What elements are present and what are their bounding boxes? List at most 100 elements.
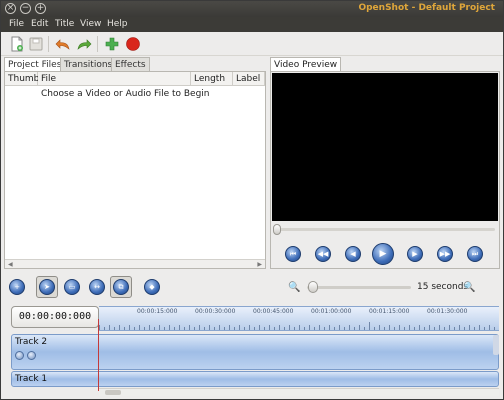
zoom-slider-track[interactable] [307, 286, 411, 289]
ruler-tick [374, 327, 375, 330]
scroll-right-icon[interactable]: ▶ [257, 261, 262, 268]
ruler-tick [129, 325, 130, 330]
ruler-tick [404, 327, 405, 330]
title-bar: × − + OpenShot - Default Project [1, 1, 503, 17]
scroll-left-icon[interactable]: ◀ [8, 261, 13, 268]
resize-tool-icon[interactable]: ↔ [89, 279, 105, 295]
timeline-scroll-thumb[interactable] [105, 390, 121, 395]
project-files-panel: Thumb File Length Label Choose a Video o… [4, 71, 266, 269]
rewind-start-icon[interactable]: ⏮ [285, 246, 301, 262]
column-length[interactable]: Length [191, 72, 233, 86]
close-icon[interactable]: × [5, 3, 16, 14]
minimize-icon[interactable]: − [20, 3, 31, 14]
ruler-tick [149, 325, 150, 330]
timeline-ruler[interactable]: 00:00:15:000 00:00:30:000 00:00:45:000 0… [99, 306, 499, 331]
zoom-level-label: 15 seconds [417, 282, 469, 292]
toolbar-separator [97, 36, 98, 52]
ruler-tick [434, 327, 435, 330]
ruler-label: 00:00:45:000 [253, 308, 294, 315]
razor-tool-icon[interactable]: ▭ [64, 279, 80, 295]
ruler-tick [329, 325, 330, 330]
timeline-horizontal-scrollbar[interactable] [99, 388, 499, 396]
new-project-icon[interactable] [9, 36, 25, 52]
ruler-tick [449, 325, 450, 330]
undo-icon[interactable] [55, 36, 71, 52]
ruler-tick [239, 325, 240, 330]
empty-files-message[interactable]: Choose a Video or Audio File to Begin [41, 89, 210, 99]
rewind-icon[interactable]: ◀◀ [315, 246, 331, 262]
ruler-tick [319, 325, 320, 330]
ruler-tick [379, 325, 380, 330]
track-visibility-icon[interactable] [15, 351, 24, 360]
ruler-tick [209, 325, 210, 330]
column-file[interactable]: File [38, 72, 191, 86]
menu-edit[interactable]: Edit [31, 19, 48, 29]
jump-end-icon[interactable]: ⏭ [467, 246, 483, 262]
ruler-tick [474, 327, 475, 330]
playhead[interactable] [98, 319, 99, 391]
menu-bar: File Edit Title View Help [1, 17, 503, 32]
ruler-tick [464, 327, 465, 330]
timeline-vertical-scrollbar[interactable] [493, 335, 499, 355]
ruler-tick [254, 327, 255, 330]
ruler-tick [194, 327, 195, 330]
import-files-icon[interactable] [104, 36, 120, 52]
tab-project-files[interactable]: Project Files [4, 57, 66, 72]
ruler-tick [199, 325, 200, 330]
menu-title[interactable]: Title [55, 19, 74, 29]
ruler-tick [424, 327, 425, 330]
ruler-tick [414, 327, 415, 330]
next-frame-icon[interactable]: ▶ [407, 246, 423, 262]
ruler-label: 00:00:15:000 [137, 308, 178, 315]
redo-icon[interactable] [76, 36, 92, 52]
snap-tool-frame[interactable]: ⧉ [110, 276, 132, 298]
preview-seek-track[interactable] [277, 228, 495, 231]
export-video-icon[interactable] [125, 36, 141, 52]
previous-frame-icon[interactable]: ◀ [345, 246, 361, 262]
ruler-tick [399, 325, 400, 330]
track-row[interactable]: Track 1 [11, 371, 499, 387]
timecode-display: 00:00:00:000 [11, 306, 99, 328]
zoom-slider-handle[interactable] [308, 281, 318, 293]
column-thumb[interactable]: Thumb [5, 72, 39, 86]
ruler-tick [289, 325, 290, 330]
ruler-tick [384, 327, 385, 330]
fast-forward-icon[interactable]: ▶▶ [437, 246, 453, 262]
ruler-tick [259, 325, 260, 330]
select-tool-frame[interactable]: ➤ [36, 276, 58, 298]
column-label[interactable]: Label [233, 72, 265, 86]
ruler-label: 00:01:30:000 [427, 308, 468, 315]
ruler-tick [144, 327, 145, 330]
ruler-tick [219, 325, 220, 330]
add-marker-icon[interactable]: ◆ [144, 279, 160, 295]
ruler-tick [364, 327, 365, 330]
video-preview-screen [272, 73, 498, 221]
maximize-icon[interactable]: + [35, 3, 46, 14]
zoom-in-icon[interactable]: 🔍 [463, 282, 475, 293]
save-project-icon[interactable] [28, 36, 44, 52]
menu-file[interactable]: File [9, 19, 24, 29]
menu-view[interactable]: View [80, 19, 101, 29]
ruler-tick [489, 325, 490, 330]
tab-effects[interactable]: Effects [111, 57, 150, 71]
preview-seek-handle[interactable] [273, 224, 281, 235]
snap-tool-icon[interactable]: ⧉ [113, 279, 129, 295]
play-icon[interactable]: ▶ [372, 243, 394, 265]
add-track-icon[interactable]: + [9, 279, 25, 295]
ruler-tick [309, 325, 310, 330]
ruler-tick [334, 327, 335, 330]
files-horizontal-scrollbar[interactable]: ◀ ▶ [5, 259, 265, 268]
ruler-tick [494, 327, 495, 330]
ruler-tick [274, 327, 275, 330]
tab-video-preview[interactable]: Video Preview [270, 57, 342, 72]
zoom-out-icon[interactable]: 🔍 [288, 282, 300, 293]
tab-transitions[interactable]: Transitions [60, 57, 117, 71]
track-audio-icon[interactable] [27, 351, 36, 360]
ruler-tick [134, 327, 135, 330]
ruler-tick [154, 327, 155, 330]
select-tool-icon[interactable]: ➤ [39, 279, 55, 295]
ruler-tick [299, 325, 300, 330]
ruler-tick [479, 325, 480, 330]
menu-help[interactable]: Help [107, 19, 128, 29]
track-row[interactable]: Track 2 [11, 334, 499, 370]
